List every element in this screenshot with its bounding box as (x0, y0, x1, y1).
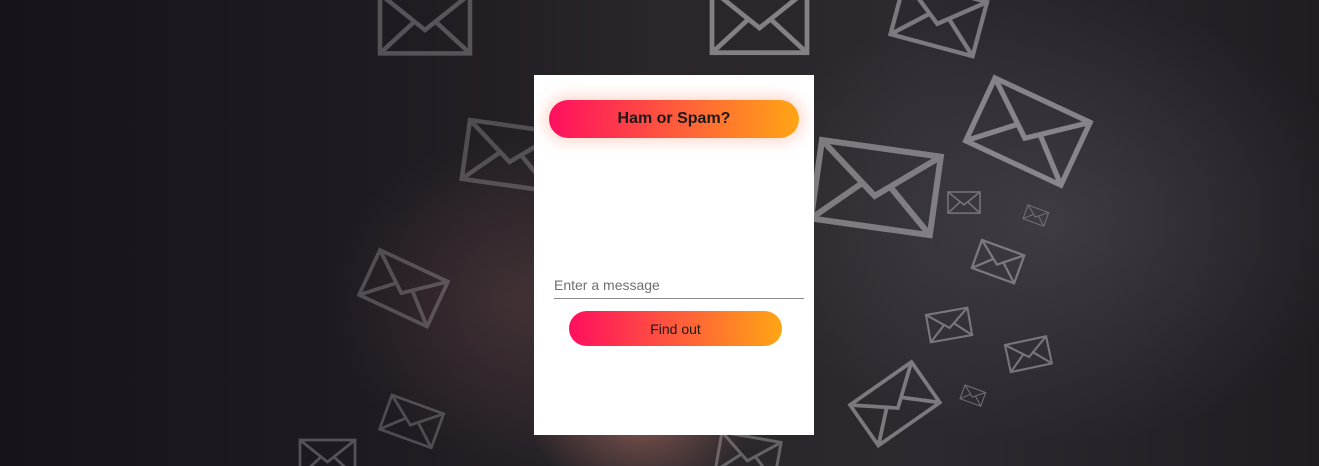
envelope-icon (357, 248, 450, 329)
envelope-icon (1022, 204, 1050, 227)
envelope-icon (298, 438, 357, 466)
envelope-icon (947, 191, 981, 214)
classifier-card: Ham or Spam? Find out (534, 75, 814, 435)
envelope-icon (890, 0, 987, 56)
envelope-icon (970, 238, 1026, 285)
page-title: Ham or Spam? (549, 100, 799, 138)
envelope-icon (713, 430, 783, 466)
find-out-button[interactable]: Find out (569, 311, 782, 346)
envelope-icon (712, 0, 807, 53)
envelope-icon (848, 360, 942, 448)
envelope-icon (966, 78, 1090, 185)
envelope-icon (378, 393, 446, 450)
envelope-icon (1003, 335, 1053, 374)
message-input[interactable] (554, 271, 804, 299)
envelope-icon (959, 384, 987, 407)
envelope-icon (380, 0, 470, 53)
envelope-icon (924, 306, 974, 344)
envelope-icon (811, 140, 941, 235)
